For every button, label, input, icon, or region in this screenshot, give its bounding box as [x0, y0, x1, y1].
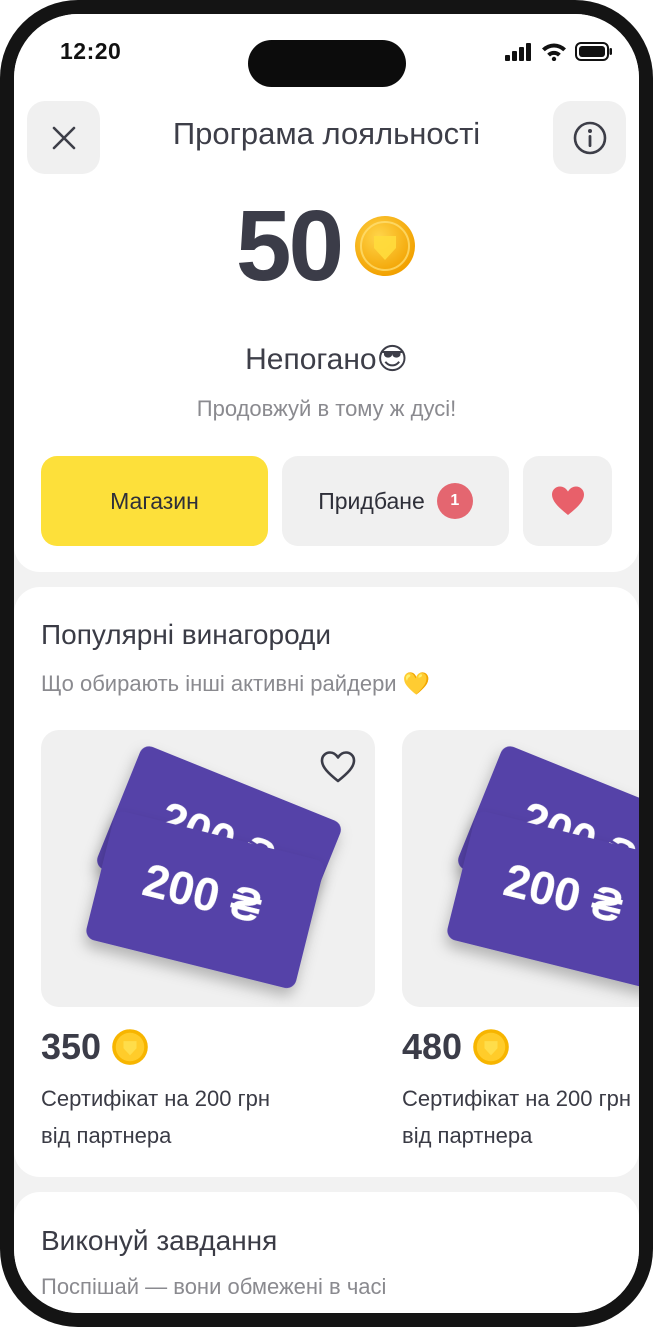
reward-name: Сертифікат на 200 грн від партнера — [402, 1080, 639, 1154]
section-title: Популярні винагороди — [41, 619, 332, 650]
reward-card[interactable]: 200 ₴ 200 ₴ 480 Сертифікат на 200 грн від… — [402, 730, 639, 1148]
reward-name-line2: від партнера — [402, 1123, 533, 1148]
status-bar: 12:20 — [14, 14, 639, 94]
coin-icon — [355, 216, 416, 276]
tab-favorites[interactable] — [523, 456, 612, 546]
points-value: 50 — [235, 190, 344, 302]
close-button[interactable] — [27, 101, 100, 174]
points-balance: 50 — [14, 196, 639, 296]
price-value: 480 — [402, 1026, 463, 1067]
coin-icon — [473, 1029, 509, 1065]
favorite-heart-icon[interactable] — [319, 750, 357, 784]
price-value: 350 — [41, 1026, 102, 1067]
headline-text: Непогано — [245, 343, 377, 376]
reward-image: 200 ₴ 200 ₴ — [402, 730, 639, 1007]
reward-name-line1: Сертифікат на 200 грн — [41, 1086, 271, 1111]
reward-name-line2: від партнера — [41, 1123, 172, 1148]
tab-bought[interactable]: Придбане 1 — [282, 456, 509, 546]
close-icon — [52, 126, 75, 149]
wifi-icon — [542, 43, 566, 61]
tasks-title: Виконуй завдання — [41, 1225, 278, 1256]
screen: 12:20 Програма лояльності 50 Непогано😎 П… — [14, 14, 639, 1313]
bought-count-badge: 1 — [436, 483, 473, 519]
reward-price: 480 — [402, 1026, 510, 1068]
tab-shop-label: Магазин — [110, 487, 199, 514]
heart-icon — [551, 486, 584, 515]
popular-rewards-section: Популярні винагороди Що обирають інші ак… — [14, 587, 639, 1177]
gift-cards-image: 200 ₴ 200 ₴ — [447, 746, 639, 989]
reward-name: Сертифікат на 200 грн від партнера — [41, 1080, 381, 1154]
cool-emoji: 😎 — [376, 343, 408, 376]
page-title: Програма лояльності — [172, 116, 481, 151]
phone-frame: 12:20 Програма лояльності 50 Непогано😎 П… — [0, 0, 653, 1327]
tasks-subtitle: Поспішай — вони обмежені в часі — [41, 1274, 387, 1299]
tab-bought-label: Придбане — [318, 487, 425, 514]
status-headline: Непогано😎 — [14, 342, 639, 377]
status-icons — [505, 42, 613, 61]
reward-name-line1: Сертифікат на 200 грн — [402, 1086, 632, 1111]
reward-card[interactable]: 200 ₴ 200 ₴ 350 Сертифікат на 200 грн від… — [41, 730, 375, 1148]
coin-icon — [112, 1029, 148, 1065]
dynamic-island — [248, 40, 406, 87]
info-button[interactable] — [553, 101, 626, 174]
status-subline: Продовжуй в тому ж дусі! — [196, 396, 457, 421]
reward-price: 350 — [41, 1026, 149, 1068]
tab-shop[interactable]: Магазин — [41, 456, 268, 546]
status-time: 12:20 — [60, 38, 122, 64]
section-subtitle: Що обирають інші активні райдери 💛 — [41, 671, 431, 696]
battery-icon — [575, 42, 612, 61]
loyalty-summary-card: 12:20 Програма лояльності 50 Непогано😎 П… — [14, 14, 639, 572]
tasks-section: Виконуй завдання Поспішай — вони обмежен… — [14, 1192, 639, 1313]
reward-image: 200 ₴ 200 ₴ — [41, 730, 375, 1007]
signal-icon — [505, 42, 531, 61]
info-icon — [573, 121, 606, 154]
